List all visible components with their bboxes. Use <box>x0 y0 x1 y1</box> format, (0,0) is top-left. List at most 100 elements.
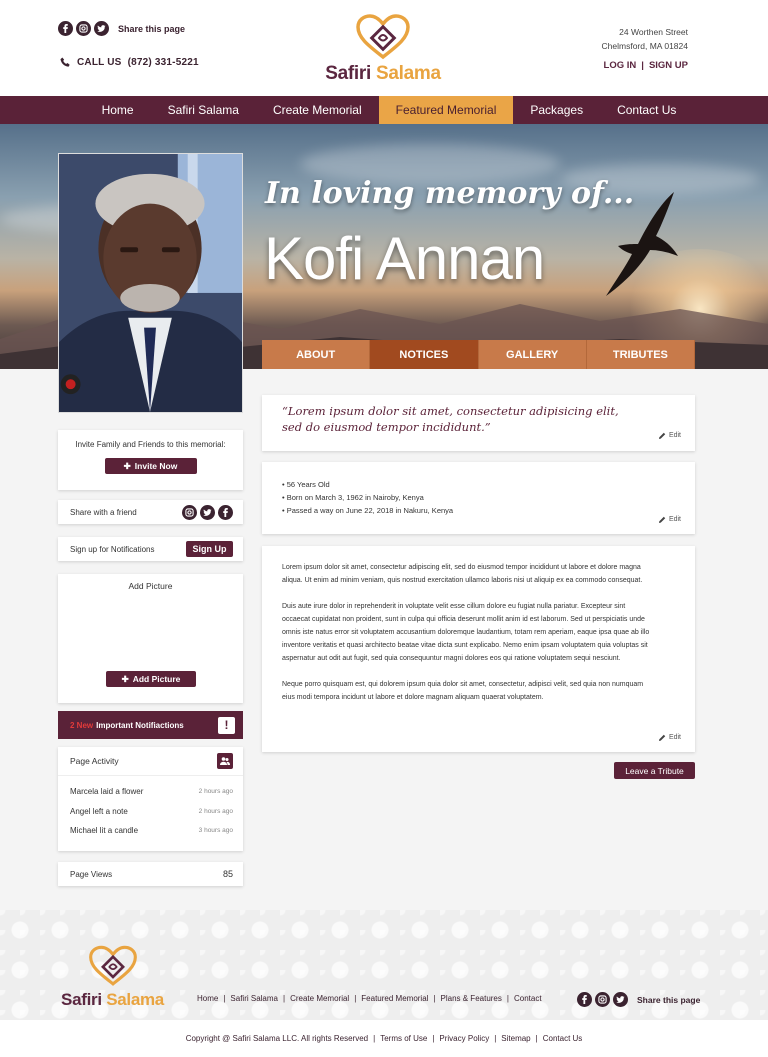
memorial-portrait <box>58 153 243 413</box>
nav-create-memorial[interactable]: Create Memorial <box>256 96 379 124</box>
biography-text: Lorem ipsum dolor sit amet, consectetur … <box>282 561 652 717</box>
facts-list: • 56 Years Old • Born on March 3, 1962 i… <box>282 478 453 517</box>
invite-now-button[interactable]: ✚ Invite Now <box>104 458 197 474</box>
bio-paragraph: Lorem ipsum dolor sit amet, consectetur … <box>282 564 643 584</box>
activity-time: 2 hours ago <box>198 807 233 815</box>
plus-icon: ✚ <box>123 460 131 471</box>
address-line-1: 24 Worthen Street <box>619 27 688 37</box>
edit-quote-button[interactable]: Edit <box>658 432 681 439</box>
edit-facts-button[interactable]: Edit <box>658 516 681 523</box>
activity-text: Michael lit a candle <box>70 826 139 836</box>
activity-text: Angel left a note <box>70 806 128 816</box>
footer-separator: | <box>506 994 509 1003</box>
fact-text: 56 Years Old <box>286 480 330 489</box>
copyright-separator: | <box>535 1034 538 1043</box>
header-share-row: Share this page <box>58 21 185 36</box>
instagram-icon[interactable] <box>595 992 610 1007</box>
contact-us-link[interactable]: Contact Us <box>543 1034 583 1043</box>
twitter-icon[interactable] <box>613 992 628 1007</box>
address-line-2: Chelmsford, MA 01824 <box>601 41 688 51</box>
login-link[interactable]: LOG IN <box>604 60 637 71</box>
privacy-link[interactable]: Privacy Policy <box>439 1034 489 1043</box>
phone-number[interactable]: (872) 331-5221 <box>128 57 199 68</box>
site-footer: Safiri Salama Home | Safiri Salama | Creat… <box>0 910 768 1020</box>
hero-subtitle: In loving memory of... <box>265 176 635 211</box>
facebook-icon[interactable] <box>577 992 592 1007</box>
copyright-separator: | <box>494 1034 497 1043</box>
leave-tribute-button[interactable]: Leave a Tribute <box>614 762 695 779</box>
plus-icon: ✚ <box>121 673 129 684</box>
footer-link-home[interactable]: Home <box>197 994 218 1003</box>
invite-card: Invite Family and Friends to this memori… <box>58 430 243 490</box>
main-nav: Home Safiri Salama Create Memorial Featu… <box>0 96 768 124</box>
instagram-icon[interactable] <box>182 504 197 520</box>
alert-icon: ! <box>218 716 235 734</box>
bio-paragraph: Neque porro quisquam est, qui dolorem ip… <box>282 681 644 701</box>
activity-text: Marcela laid a flower <box>70 787 144 797</box>
add-picture-button[interactable]: ✚ Add Picture <box>106 671 196 687</box>
logo-word-2: Salama <box>106 990 164 1009</box>
fact-text: Passed a way on June 22, 2018 in Nakuru,… <box>286 506 454 515</box>
footer-link-safiri-salama[interactable]: Safiri Salama <box>230 994 278 1003</box>
sign-up-button[interactable]: Sign Up <box>186 541 233 557</box>
activity-time: 2 hours ago <box>198 788 233 796</box>
terms-link[interactable]: Terms of Use <box>380 1034 427 1043</box>
fact-item: • Born on March 3, 1962 in Nairoby, Keny… <box>282 493 424 502</box>
sitemap-link[interactable]: Sitemap <box>501 1034 530 1043</box>
footer-link-create-memorial[interactable]: Create Memorial <box>290 994 349 1003</box>
facebook-icon[interactable] <box>218 504 233 520</box>
footer-links: Home | Safiri Salama | Create Memorial | Fe… <box>197 994 542 1003</box>
nav-safiri-salama[interactable]: Safiri Salama <box>151 96 256 124</box>
twitter-icon[interactable] <box>94 21 109 36</box>
site-logo[interactable]: Safiri Salama <box>318 14 448 85</box>
signup-link[interactable]: SIGN UP <box>649 60 688 71</box>
users-icon[interactable] <box>217 753 233 769</box>
bio-paragraph: Duis aute irure dolor in reprehenderit i… <box>282 603 650 662</box>
tab-about[interactable]: ABOUT <box>262 340 371 369</box>
notifications-label: Sign up for Notifications <box>70 544 155 554</box>
fact-text: Born on March 3, 1962 in Nairoby, Kenya <box>286 493 424 502</box>
tab-gallery[interactable]: GALLERY <box>478 340 587 369</box>
footer-logo[interactable]: Safiri Salama <box>55 945 170 1010</box>
important-notifications-bar[interactable]: 2 New Important Notifiactions ! <box>58 711 243 739</box>
memorial-tabs: ABOUT NOTICES GALLERY TRIBUTES <box>262 340 695 369</box>
nav-contact-us[interactable]: Contact Us <box>600 96 693 124</box>
activity-item: Marcela laid a flower 2 hours ago <box>58 782 243 802</box>
footer-link-plans[interactable]: Plans & Features <box>441 994 502 1003</box>
footer-link-contact[interactable]: Contact <box>514 994 542 1003</box>
add-picture-card: Add Picture ✚ Add Picture <box>58 574 243 703</box>
pencil-icon <box>658 432 666 439</box>
share-page-link[interactable]: Share this page <box>118 24 185 34</box>
pencil-icon <box>658 734 666 741</box>
footer-link-featured-memorial[interactable]: Featured Memorial <box>361 994 428 1003</box>
tab-notices[interactable]: NOTICES <box>370 340 479 369</box>
activity-time: 3 hours ago <box>198 827 233 835</box>
share-friend-card: Share with a friend <box>58 500 243 524</box>
footer-share-page-link[interactable]: Share this page <box>637 995 700 1005</box>
edit-label: Edit <box>668 516 681 523</box>
twitter-icon[interactable] <box>200 504 215 520</box>
bird-silhouette-icon <box>606 192 678 296</box>
logo-word-1: Safiri <box>325 63 371 84</box>
page-activity-header: Page Activity <box>58 747 243 776</box>
activity-item: Michael lit a candle 3 hours ago <box>58 821 243 841</box>
nav-packages[interactable]: Packages <box>513 96 600 124</box>
invite-now-label: Invite Now <box>134 461 178 471</box>
copyright-text: Copyright @ Safiri Salama LLC. All right… <box>185 1034 369 1043</box>
footer-separator: | <box>283 994 286 1003</box>
nav-home[interactable]: Home <box>85 96 151 124</box>
tab-tributes[interactable]: TRIBUTES <box>586 340 695 369</box>
instagram-icon[interactable] <box>76 21 91 36</box>
logo-text: Safiri Salama <box>318 63 448 85</box>
nav-featured-memorial[interactable]: Featured Memorial <box>378 96 514 124</box>
call-us[interactable]: CALL US (872) 331-5221 <box>60 57 199 68</box>
important-label: Important Notifiactions <box>96 720 184 730</box>
edit-label: Edit <box>668 432 681 439</box>
share-friend-icons <box>182 504 233 520</box>
auth-separator: | <box>641 60 644 71</box>
site-header: Share this page CALL US (872) 331-5221 S… <box>0 0 768 96</box>
facebook-icon[interactable] <box>58 21 73 36</box>
edit-bio-button[interactable]: Edit <box>658 734 681 741</box>
logo-word-1: Safiri <box>61 990 102 1009</box>
biography-card: Lorem ipsum dolor sit amet, consectetur … <box>262 546 695 752</box>
